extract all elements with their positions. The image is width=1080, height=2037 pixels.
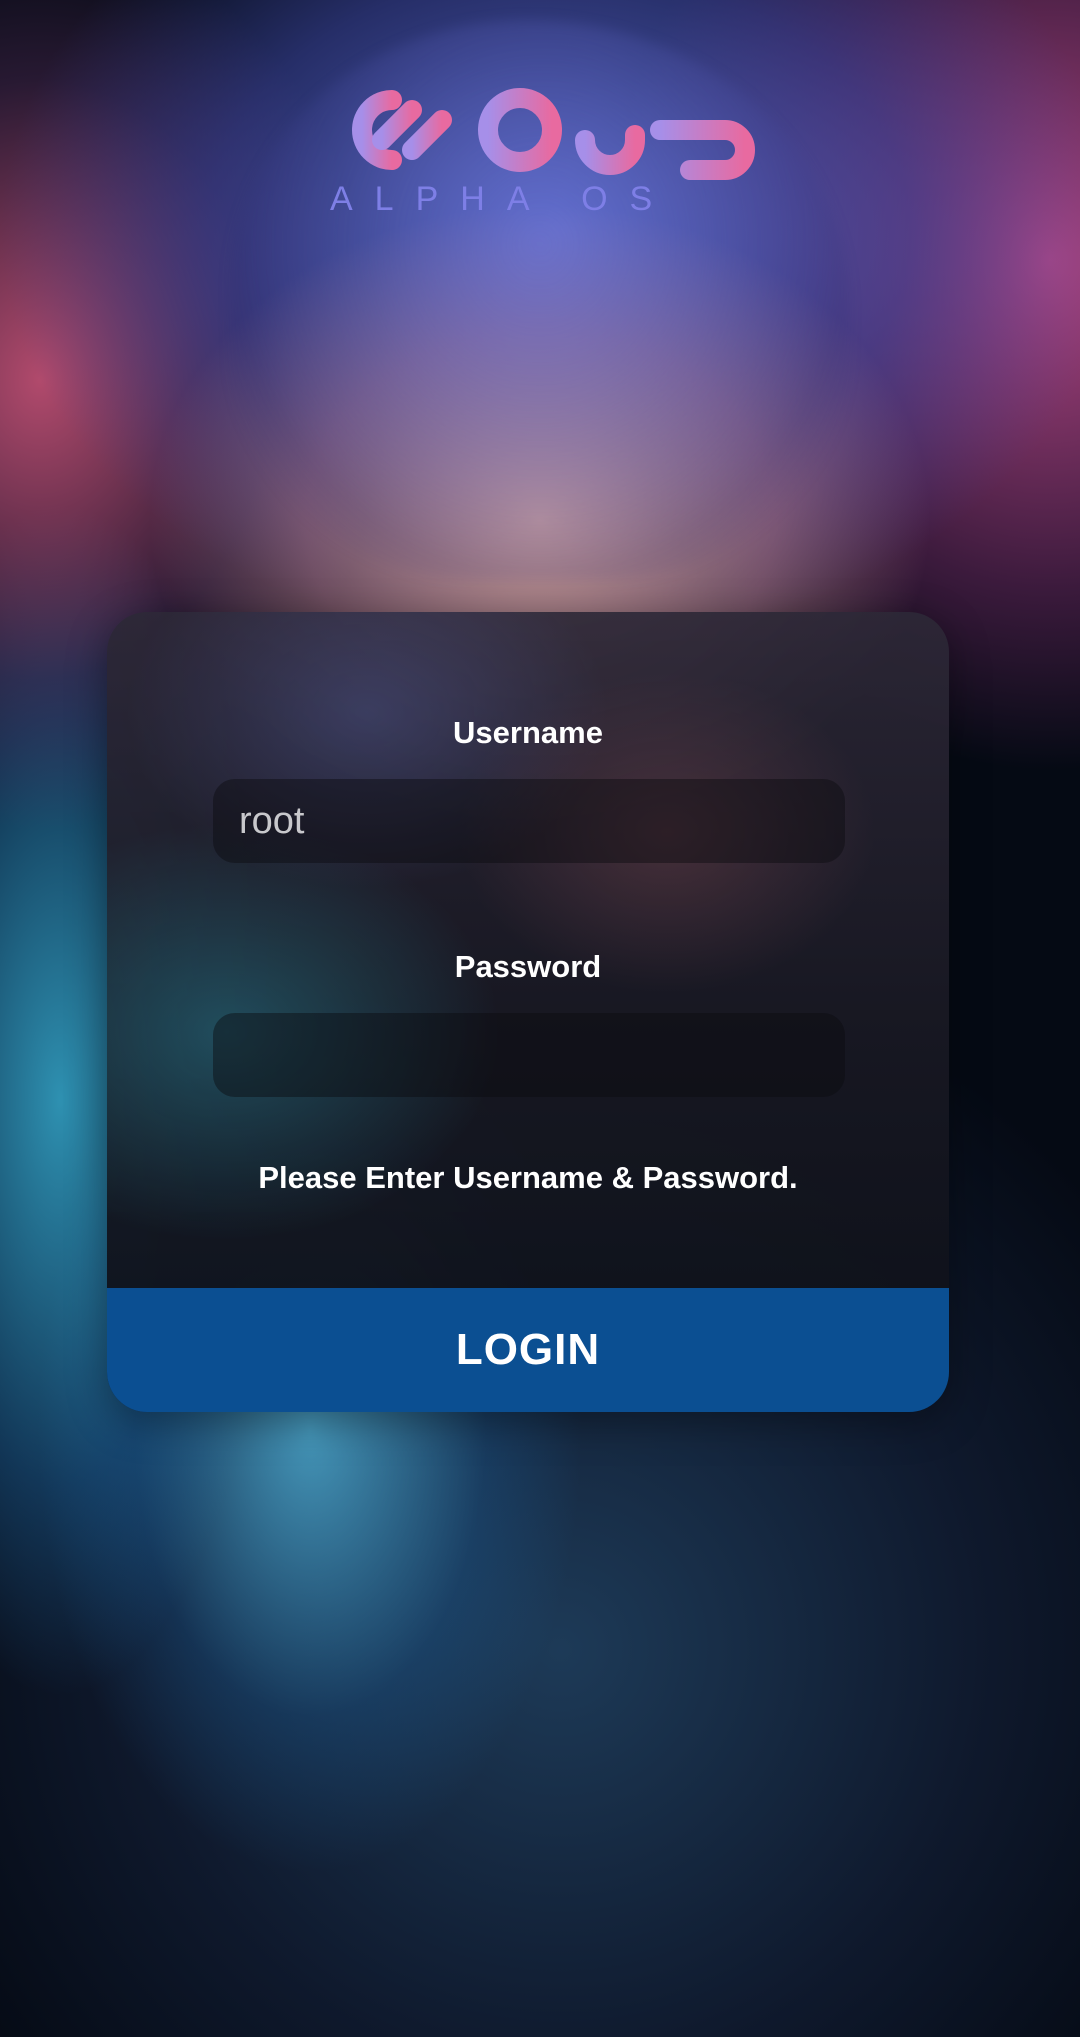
username-label: Username bbox=[453, 715, 603, 750]
password-input[interactable] bbox=[213, 1013, 845, 1097]
username-input[interactable] bbox=[213, 779, 845, 863]
alpha-os-logo-mark bbox=[352, 88, 755, 180]
password-label: Password bbox=[454, 949, 602, 984]
alpha-os-logo: ALPHA OS bbox=[330, 80, 760, 220]
login-card: Username Password Please Enter Username … bbox=[107, 612, 949, 1412]
logo-subtitle: ALPHA OS bbox=[330, 180, 675, 218]
login-hint: Please Enter Username & Password. bbox=[258, 1160, 798, 1195]
login-button[interactable]: LOGIN bbox=[107, 1288, 949, 1412]
